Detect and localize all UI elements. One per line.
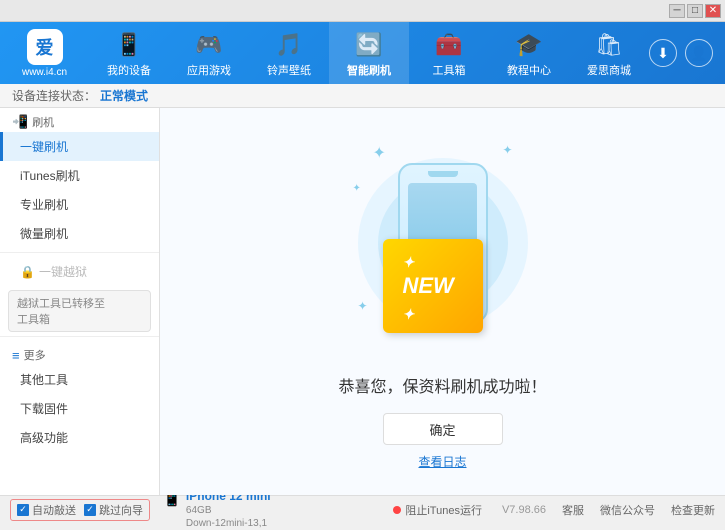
logo-icon: 爱 [27,29,63,65]
tutorial-icon: 🎓 [515,32,542,58]
wechat-official-link[interactable]: 微信公众号 [600,502,655,518]
sidebar-section-flash: 📲 刷机 [0,108,159,132]
toolbox-icon: 🧰 [435,32,462,58]
lock-icon: 🔒 [20,265,35,279]
main-area: 📲 刷机 一键刷机 iTunes刷机 专业刷机 微量刷机 🔒 一键越狱 越狱工具… [0,108,725,495]
sparkle-4: ✦ [358,299,368,313]
nav-item-apps[interactable]: 🎮 应用游戏 [169,22,249,84]
sidebar-item-pro-flash[interactable]: 专业刷机 [0,190,159,219]
sparkle-3: ✦ [353,183,361,194]
more-section-title: 更多 [24,347,46,363]
nav-label-my-device: 我的设备 [107,62,151,78]
jailbreak-section-title: 一键越狱 [39,263,87,280]
nav-item-toolbox[interactable]: 🧰 工具箱 [409,22,489,84]
logo-text: www.i4.cn [22,67,67,78]
smart-flash-icon: 🔄 [355,32,382,58]
skip-wizard-checkbox[interactable]: ✓ 跳过向导 [84,502,143,518]
itunes-dot [393,506,401,514]
confirm-button[interactable]: 确定 [383,413,503,445]
auto-start-checkbox[interactable]: ✓ 自动敲送 [17,502,76,518]
title-bar: ─ □ ✕ [0,0,725,22]
itunes-status: 阻止iTunes运行 [393,502,482,518]
phone-notch [428,171,458,177]
content-area: ✦ ✦ ✦ ✦ NEW 恭喜您，保资料刷机成功啦！ 确定 查看日志 [160,108,725,495]
check-update-link[interactable]: 检查更新 [671,502,715,518]
sparkle-2: ✦ [502,143,512,157]
minimize-button[interactable]: ─ [669,4,685,18]
maximize-button[interactable]: □ [687,4,703,18]
download-button[interactable]: ⬇ [649,39,677,67]
sidebar-section-more: ≡ 更多 [0,341,159,365]
nav-label-wallpaper: 铃声壁纸 [267,62,311,78]
nav-item-tutorial[interactable]: 🎓 教程中心 [489,22,569,84]
new-badge: NEW [383,239,483,333]
version-info: V7.98.66 [502,504,546,516]
header-right: ⬇ 👤 [649,39,725,67]
nav-label-toolbox: 工具箱 [433,62,466,78]
flash-section-icon: 📲 [12,114,28,130]
logo: 爱 www.i4.cn [0,29,89,78]
status-bar: 设备连接状态： 正常模式 [0,84,725,108]
sparkle-1: ✦ [373,143,386,163]
bottom-right: V7.98.66 客服 微信公众号 检查更新 [502,502,715,518]
sidebar-item-itunes-flash[interactable]: iTunes刷机 [0,161,159,190]
user-button[interactable]: 👤 [685,39,713,67]
phone-illustration: ✦ ✦ ✦ ✦ NEW [343,133,543,353]
flash-section-title: 刷机 [32,114,54,130]
sidebar: 📲 刷机 一键刷机 iTunes刷机 专业刷机 微量刷机 🔒 一键越狱 越狱工具… [0,108,160,495]
nav-item-smart-flash[interactable]: 🔄 智能刷机 [329,22,409,84]
nav-label-mall: 爱思商城 [587,62,631,78]
customer-service-link[interactable]: 客服 [562,502,584,518]
sidebar-item-one-click-flash[interactable]: 一键刷机 [0,132,159,161]
log-link[interactable]: 查看日志 [418,453,466,470]
sidebar-section-jailbreak: 🔒 一键越狱 [0,257,159,286]
wallpaper-icon: 🎵 [275,32,302,58]
close-button[interactable]: ✕ [705,4,721,18]
more-section-icon: ≡ [12,348,20,363]
auto-start-checkbox-box: ✓ [17,504,29,516]
skip-wizard-label: 跳过向导 [99,502,143,518]
status-value: 正常模式 [100,87,148,104]
status-label: 设备连接状态： [12,87,96,104]
nav-label-smart-flash: 智能刷机 [347,62,391,78]
sidebar-item-download-firmware[interactable]: 下载固件 [0,394,159,423]
nav-item-wallpaper[interactable]: 🎵 铃声壁纸 [249,22,329,84]
nav-item-my-device[interactable]: 📱 我的设备 [89,22,169,84]
skip-wizard-checkbox-box: ✓ [84,504,96,516]
device-firmware: Down-12mini-13,1 [186,517,271,530]
nav-label-tutorial: 教程中心 [507,62,551,78]
nav-item-mall[interactable]: 🛍 爱思商城 [569,22,649,84]
bottom-bar: ✓ 自动敲送 ✓ 跳过向导 📱 iPhone 12 mini 64GB Down… [0,495,725,523]
device-icon: 📱 [115,32,142,58]
apps-icon: 🎮 [195,32,222,58]
nav-items: 📱 我的设备 🎮 应用游戏 🎵 铃声壁纸 🔄 智能刷机 🧰 工具箱 🎓 教程中心… [89,22,649,84]
nav-label-apps: 应用游戏 [187,62,231,78]
device-storage: 64GB [186,504,271,517]
header: 爱 www.i4.cn 📱 我的设备 🎮 应用游戏 🎵 铃声壁纸 🔄 智能刷机 … [0,22,725,84]
divider-1 [0,252,159,253]
auto-start-label: 自动敲送 [32,502,76,518]
mall-icon: 🛍 [595,32,623,58]
sidebar-item-advanced[interactable]: 高级功能 [0,423,159,452]
sidebar-item-save-flash[interactable]: 微量刷机 [0,219,159,248]
success-text: 恭喜您，保资料刷机成功啦！ [338,373,546,397]
itunes-status-text: 阻止iTunes运行 [405,502,482,518]
jailbreak-notice: 越狱工具已转移至工具箱 [8,290,151,332]
divider-2 [0,336,159,337]
bottom-checkboxes: ✓ 自动敲送 ✓ 跳过向导 [10,499,150,521]
sidebar-item-other-tools[interactable]: 其他工具 [0,365,159,394]
